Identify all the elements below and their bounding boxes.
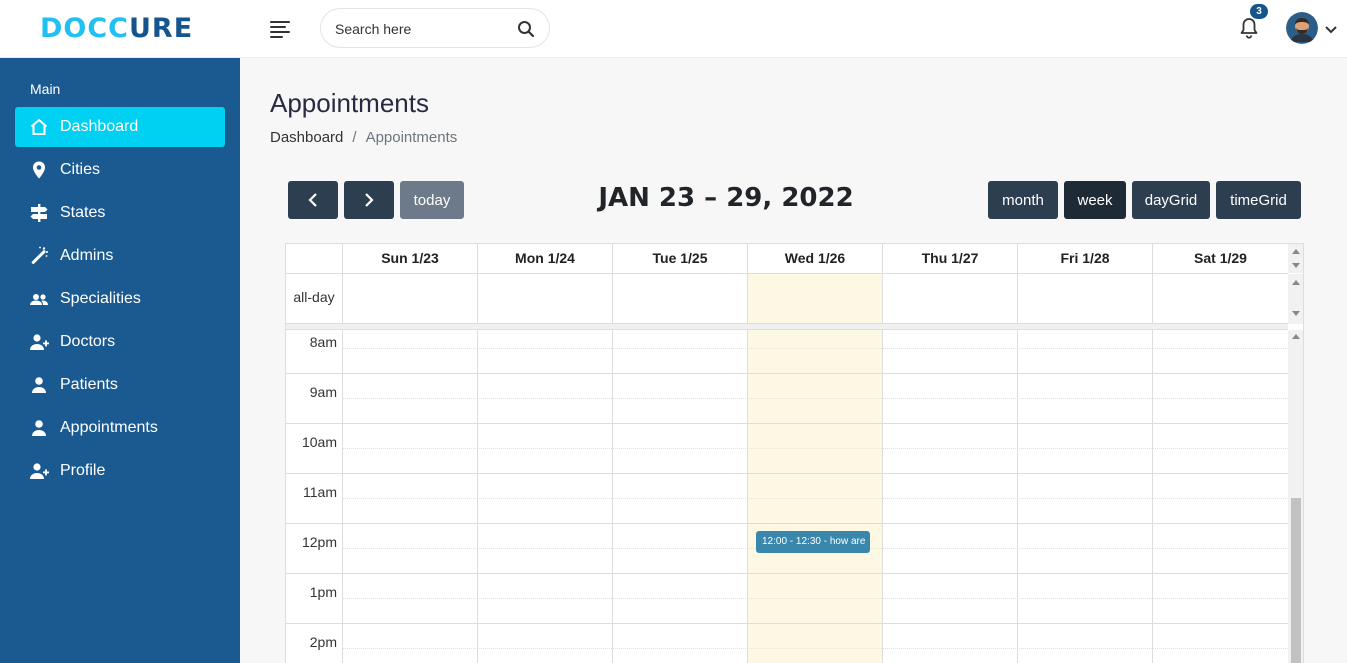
sidebar-item-appointments[interactable]: Appointments [15,408,225,448]
allday-scrollbar[interactable] [1288,274,1303,324]
home-icon [29,117,49,137]
sidebar-item-label: States [60,204,106,221]
allday-row: all-day [286,274,1288,324]
sidebar-item-profile[interactable]: Profile [15,451,225,491]
sidebar-item-states[interactable]: States [15,193,225,233]
day-header-fri: Fri 1/28 [1017,244,1152,273]
user-icon [29,418,49,438]
sidebar-item-cities[interactable]: Cities [15,150,225,190]
view-timegrid-button[interactable]: timeGrid [1216,181,1301,219]
notification-bell-icon[interactable] [1238,16,1260,40]
time-label: 11am [303,484,337,500]
page-title: Appointments [270,88,429,118]
allday-label: all-day [293,289,335,305]
sidebar-menu: Dashboard Cities States Admins Specialit… [15,107,225,494]
hour-row[interactable]: 11am [286,474,1288,524]
sidebar-item-patients[interactable]: Patients [15,365,225,405]
breadcrumb: Dashboard / Appointments [270,129,457,146]
time-label: 2pm [309,634,337,650]
sidebar-item-doctors[interactable]: Doctors [15,322,225,362]
hour-row[interactable]: 8am [286,330,1288,374]
search-icon[interactable] [517,20,535,38]
signpost-icon [29,203,49,223]
user-plus-icon [29,461,49,481]
hour-row[interactable]: 2pm [286,624,1288,663]
breadcrumb-dashboard-link[interactable]: Dashboard [270,129,343,146]
logo-text: DOCCURE [40,12,194,44]
sidebar-item-label: Specialities [60,290,141,307]
time-label: 12pm [301,534,337,550]
breadcrumb-separator: / [352,129,357,146]
sidebar-section-title: Main [30,81,61,97]
day-header-sun: Sun 1/23 [342,244,477,273]
allday-cell[interactable] [1152,274,1288,323]
sidebar-item-label: Profile [60,462,106,479]
day-header-wed: Wed 1/26 [747,244,882,273]
notification-count-badge: 3 [1250,4,1268,19]
scrollbar-thumb[interactable] [1291,498,1301,663]
today-button[interactable]: today [400,181,464,219]
map-pin-icon [29,160,49,180]
allday-cell[interactable] [612,274,747,323]
week-calendar: Sun 1/23 Mon 1/24 Tue 1/25 Wed 1/26 Thu … [285,243,1304,663]
sidebar-item-label: Cities [60,161,101,178]
user-plus-icon [29,332,49,352]
day-header-tue: Tue 1/25 [612,244,747,273]
allday-cell[interactable] [1017,274,1152,323]
prev-week-button[interactable] [288,181,338,219]
allday-cell[interactable] [882,274,1017,323]
menu-toggle-icon[interactable] [270,19,290,38]
time-label: 10am [301,434,337,450]
calendar-event[interactable]: 12:00 - 12:30 - how are [756,531,870,553]
magic-wand-icon [29,246,49,266]
breadcrumb-current: Appointments [365,129,458,146]
users-icon [29,289,49,309]
user-avatar[interactable] [1286,12,1318,44]
allday-cell[interactable] [342,274,477,323]
sidebar-item-label: Patients [60,376,118,393]
time-grid: 8am 9am 10am 11am 12pm 1pm 2pm 12:00 - 1… [286,330,1288,663]
view-month-button[interactable]: month [988,181,1058,219]
sidebar-item-label: Dashboard [60,118,139,135]
chevron-right-icon [365,193,374,207]
sidebar-item-label: Admins [60,247,114,264]
sidebar: Main Dashboard Cities States Admins Spec… [0,58,240,663]
hour-row[interactable]: 9am [286,374,1288,424]
hour-row[interactable]: 10am [286,424,1288,474]
day-header-thu: Thu 1/27 [882,244,1017,273]
day-header-sat: Sat 1/29 [1152,244,1288,273]
time-grid-scrollbar[interactable] [1288,330,1303,663]
allday-cell-today[interactable] [747,274,882,323]
day-header-mon: Mon 1/24 [477,244,612,273]
sidebar-item-specialities[interactable]: Specialities [15,279,225,319]
hour-row[interactable]: 1pm [286,574,1288,624]
search-box [320,8,550,48]
calendar-range-title: JAN 23 – 29, 2022 [598,183,854,213]
top-header: DOCCURE 3 [0,0,1347,58]
time-label: 9am [309,384,337,400]
time-label: 8am [309,334,337,350]
header-scrollbar[interactable] [1288,244,1303,273]
calendar-day-headers: Sun 1/23 Mon 1/24 Tue 1/25 Wed 1/26 Thu … [286,244,1288,274]
sidebar-item-label: Appointments [60,419,158,436]
view-daygrid-button[interactable]: dayGrid [1132,181,1210,219]
doccure-logo[interactable]: DOCCURE [40,6,193,50]
chevron-left-icon [308,193,317,207]
next-week-button[interactable] [344,181,394,219]
time-label: 1pm [309,584,337,600]
chevron-down-icon[interactable] [1324,22,1338,34]
search-input[interactable] [335,18,505,40]
sidebar-item-label: Doctors [60,333,116,350]
sidebar-item-admins[interactable]: Admins [15,236,225,276]
allday-cell[interactable] [477,274,612,323]
view-week-button[interactable]: week [1064,181,1126,219]
user-icon [29,375,49,395]
sidebar-item-dashboard[interactable]: Dashboard [15,107,225,147]
